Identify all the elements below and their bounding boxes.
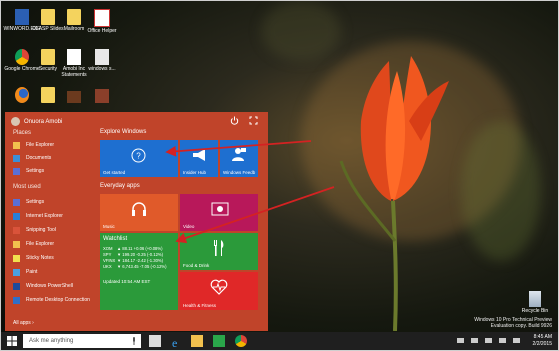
taskbar: Ask me anything e 8:45 AM 2/2/2015 xyxy=(1,332,558,350)
file-explorer-icon[interactable] xyxy=(191,335,203,347)
battery-icon[interactable] xyxy=(499,338,506,343)
windows-start-icon[interactable] xyxy=(7,336,17,346)
microphone-icon[interactable] xyxy=(131,337,137,345)
search-box[interactable]: Ask me anything xyxy=(23,334,141,348)
svg-text:e: e xyxy=(172,336,177,348)
system-tray xyxy=(457,338,520,343)
clock-date: 2/2/2015 xyxy=(532,340,552,347)
keyboard-icon[interactable] xyxy=(513,338,520,343)
desktop: WINWORD.EXE CLASP Slides Mailroom Office… xyxy=(0,0,559,351)
internet-explorer-icon[interactable]: e xyxy=(171,335,183,350)
search-placeholder: Ask me anything xyxy=(29,338,74,344)
clock-time: 8:45 AM xyxy=(533,334,552,340)
volume-icon[interactable] xyxy=(485,338,492,343)
chrome-icon[interactable] xyxy=(235,335,247,347)
network-icon[interactable] xyxy=(471,338,478,343)
annotation-arrows xyxy=(165,140,335,244)
store-icon[interactable] xyxy=(213,335,225,347)
notification-icon[interactable] xyxy=(457,338,464,343)
clock[interactable]: 8:45 AM 2/2/2015 xyxy=(533,334,552,347)
annotation-arrow xyxy=(175,186,335,244)
annotation-arrow xyxy=(165,140,312,157)
task-view-icon[interactable] xyxy=(149,335,161,347)
